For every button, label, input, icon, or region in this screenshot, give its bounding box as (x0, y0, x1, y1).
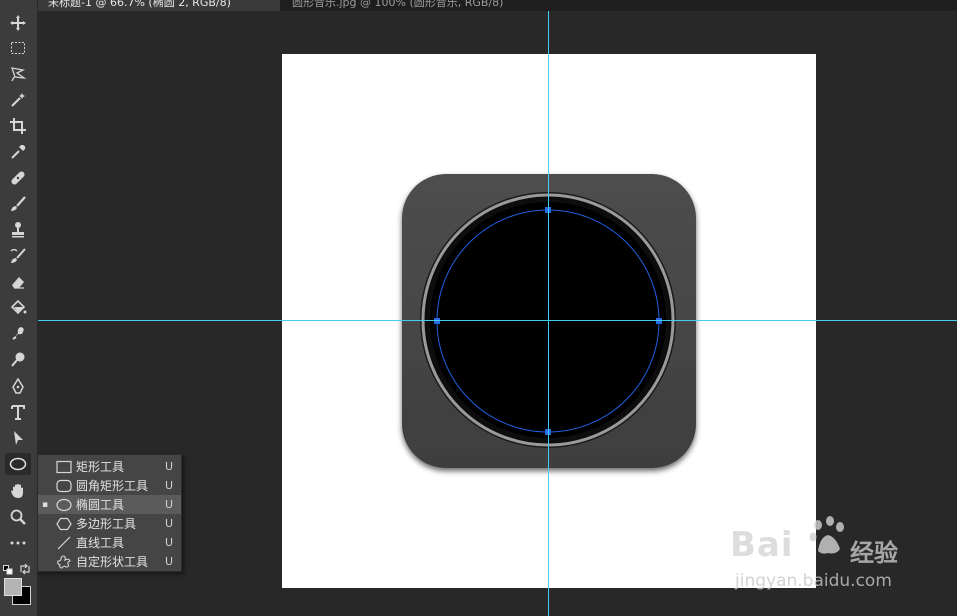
rounded-rectangle-icon (52, 479, 76, 493)
clone-stamp-icon[interactable] (5, 219, 31, 241)
watermark-jingyan: 经验 (850, 539, 898, 567)
magic-wand-icon[interactable] (5, 89, 31, 111)
menu-item-label: 椭圆工具 (76, 498, 125, 512)
menu-item-shortcut: U (165, 460, 174, 473)
eraser-icon[interactable] (5, 271, 31, 293)
polygon-icon (52, 517, 76, 531)
menu-item-rectangle-tool[interactable]: 矩形工具 U (38, 457, 181, 476)
menu-item-label: 矩形工具 (76, 460, 125, 474)
document-tab-bar: 未标题-1 @ 66.7% (椭圆 2, RGB/8) 圆形音乐.jpg @ 1… (38, 0, 957, 11)
tools-panel (0, 0, 38, 616)
menu-item-label: 圆角矩形工具 (76, 479, 149, 493)
menu-item-ellipse-tool[interactable]: ▪ 椭圆工具 U (38, 495, 181, 514)
vertical-guide[interactable] (548, 11, 549, 616)
menu-item-label: 多边形工具 (76, 517, 137, 531)
history-brush-icon[interactable] (5, 245, 31, 267)
menu-item-shortcut: U (165, 555, 174, 568)
healing-brush-icon[interactable] (5, 167, 31, 189)
move-icon[interactable] (5, 12, 31, 34)
marquee-icon[interactable] (5, 37, 31, 59)
icon-artwork (402, 174, 696, 468)
baidu-jingyan-watermark: Bai 经验 jingyan.baidu.com (730, 515, 930, 595)
pen-icon[interactable] (5, 375, 31, 397)
paint-bucket-icon[interactable] (5, 297, 31, 319)
lasso-icon[interactable] (5, 63, 31, 85)
selection-marker: ▪ (41, 499, 49, 510)
hand-icon[interactable] (5, 480, 31, 502)
menu-item-custom-shape-tool[interactable]: 自定形状工具 U (38, 552, 181, 571)
document-canvas[interactable] (282, 54, 816, 588)
custom-shape-icon (52, 554, 76, 569)
menu-item-label: 自定形状工具 (76, 555, 149, 569)
shape-tool-flyout-menu: 矩形工具 U 圆角矩形工具 U ▪ 椭圆工具 U 多边形工具 U 直线工具 U … (37, 454, 182, 572)
anchor-point-right (656, 318, 662, 324)
menu-item-shortcut: U (165, 479, 174, 492)
swap-colors-icon[interactable] (19, 560, 31, 575)
anchor-point-left (434, 318, 440, 324)
eyedropper-icon[interactable] (5, 141, 31, 163)
menu-item-shortcut: U (165, 517, 174, 530)
menu-item-shortcut: U (165, 498, 174, 511)
watermark-brand: Bai (730, 525, 794, 565)
crop-icon[interactable] (5, 115, 31, 137)
watermark-url: jingyan.baidu.com (735, 571, 892, 591)
rectangle-icon (52, 460, 76, 474)
path-select-icon[interactable] (5, 427, 31, 449)
line-icon (52, 536, 76, 550)
menu-item-line-tool[interactable]: 直线工具 U (38, 533, 181, 552)
document-tab-active[interactable]: 未标题-1 @ 66.7% (椭圆 2, RGB/8) (38, 0, 280, 11)
menu-item-polygon-tool[interactable]: 多边形工具 U (38, 514, 181, 533)
ellipse-icon[interactable] (5, 453, 31, 475)
menu-item-rounded-rectangle-tool[interactable]: 圆角矩形工具 U (38, 476, 181, 495)
dodge-icon[interactable] (5, 349, 31, 371)
baidu-paw-logo (809, 516, 844, 554)
menu-item-label: 直线工具 (76, 536, 125, 550)
smudge-icon[interactable] (5, 323, 31, 345)
ellipse-icon (52, 498, 76, 512)
more-icon[interactable] (5, 532, 31, 554)
brush-icon[interactable] (5, 193, 31, 215)
document-tab-inactive[interactable]: 圆形音乐.jpg @ 100% (圆形音乐, RGB/8) (282, 0, 602, 11)
horizontal-guide[interactable] (38, 320, 957, 321)
type-icon[interactable] (5, 401, 31, 423)
zoom-icon[interactable] (5, 506, 31, 528)
default-colors-icon[interactable] (3, 560, 13, 575)
menu-item-shortcut: U (165, 536, 174, 549)
foreground-color-swatch[interactable] (4, 578, 22, 596)
